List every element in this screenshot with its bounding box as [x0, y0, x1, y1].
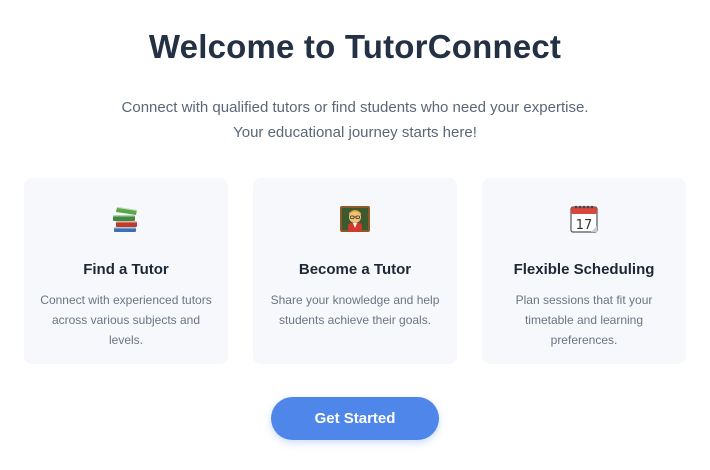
card-become-a-tutor[interactable]: Become a Tutor Share your knowledge and … — [253, 178, 457, 364]
card-find-a-tutor[interactable]: Find a Tutor Connect with experienced tu… — [24, 178, 228, 364]
welcome-page: Welcome to TutorConnect Connect with qua… — [0, 0, 710, 470]
page-subtitle: Connect with qualified tutors or find st… — [0, 95, 710, 145]
card-title: Flexible Scheduling — [513, 261, 655, 278]
card-description: Share your knowledge and help students a… — [270, 293, 440, 327]
card-description: Plan sessions that fit your timetable an… — [515, 293, 653, 347]
card-title: Become a Tutor — [298, 261, 412, 278]
subtitle-line-1: Connect with qualified tutors or find st… — [121, 99, 589, 116]
calendar-icon: 17 — [482, 202, 686, 236]
subtitle-line-2: Your educational journey starts here! — [233, 124, 477, 141]
teacher-icon — [253, 202, 457, 236]
books-icon — [24, 202, 228, 236]
get-started-button[interactable]: Get Started — [271, 397, 439, 440]
page-title: Welcome to TutorConnect — [148, 28, 562, 65]
svg-text:17: 17 — [576, 218, 593, 233]
card-title: Find a Tutor — [83, 261, 169, 278]
card-description: Connect with experienced tutors across v… — [40, 293, 212, 347]
card-flexible-scheduling[interactable]: 17 Flexible Scheduling Plan sessions tha… — [482, 178, 686, 364]
feature-cards: Find a Tutor Connect with experienced tu… — [24, 178, 686, 364]
